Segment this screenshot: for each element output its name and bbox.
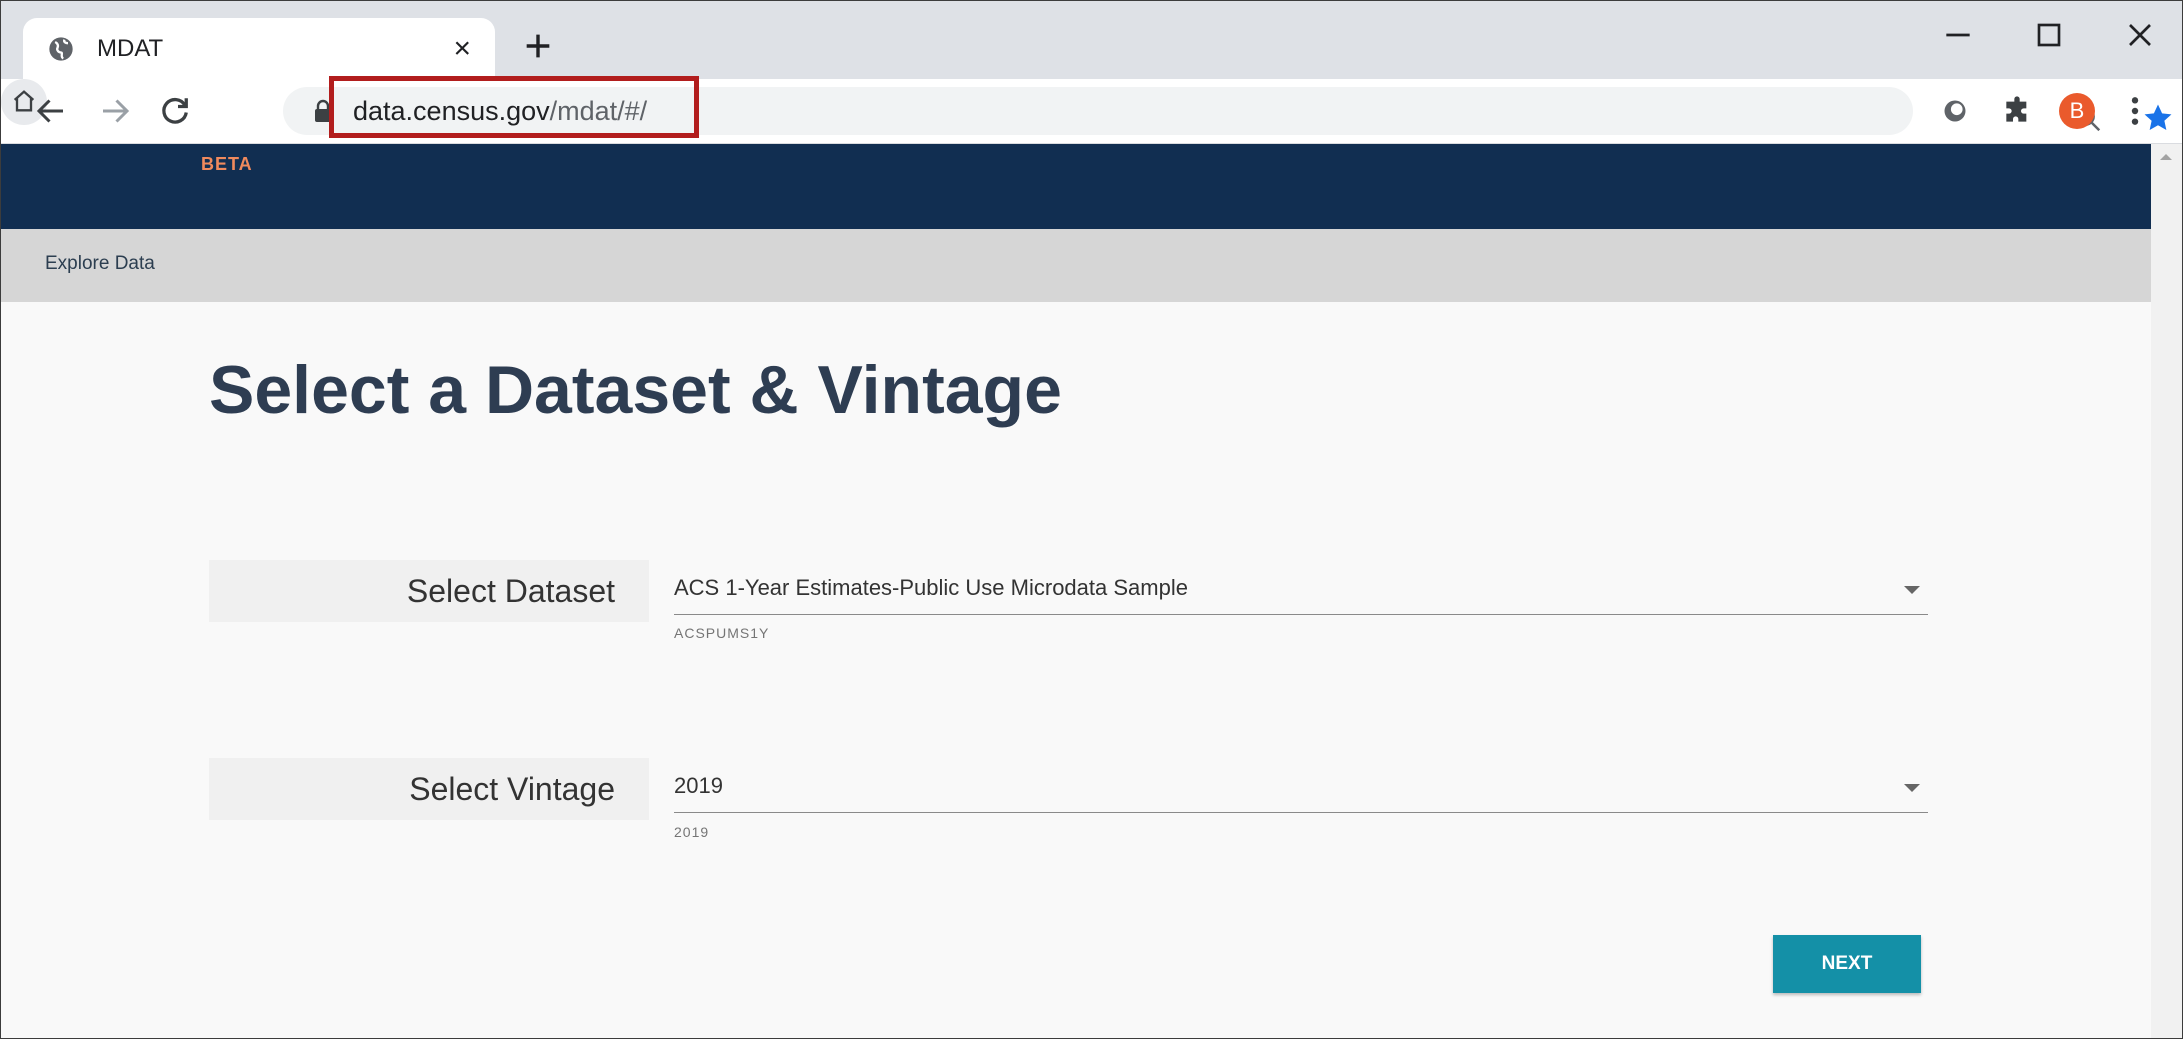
page-title: Select a Dataset & Vintage <box>209 352 1062 428</box>
page-scrollbar[interactable] <box>2151 144 2182 1038</box>
vintage-select[interactable]: 2019 <box>674 764 1928 813</box>
star-icon[interactable] <box>2141 101 2175 135</box>
vintage-select-value: 2019 <box>674 773 723 798</box>
home-icon <box>13 90 35 112</box>
dropdown-arrow-icon[interactable] <box>1904 784 1920 792</box>
dataset-code: ACSPUMS1Y <box>674 625 770 641</box>
select-vintage-label: Select Vintage <box>209 758 649 820</box>
close-window-icon[interactable] <box>2120 15 2160 55</box>
profile-avatar[interactable]: B <box>2059 93 2095 129</box>
select-dataset-label: Select Dataset <box>209 560 649 622</box>
browser-window: MDAT × data.census.gov/mdat/#/ B BETA Ex… <box>0 0 2183 1039</box>
maximize-icon[interactable] <box>2029 15 2069 55</box>
dropdown-arrow-icon[interactable] <box>1904 586 1920 594</box>
url-highlight-box <box>329 76 699 138</box>
page-viewport: BETA Explore Data Select a Dataset & Vin… <box>1 144 2151 1038</box>
tab-strip: MDAT × <box>1 1 2182 79</box>
tab-mdat[interactable]: MDAT × <box>23 18 495 79</box>
dataset-select-value: ACS 1-Year Estimates-Public Use Microdat… <box>674 575 1188 600</box>
breadcrumb: Explore Data <box>1 229 2151 302</box>
extension-icon[interactable] <box>1941 97 1969 125</box>
new-tab-icon[interactable] <box>521 29 555 63</box>
reload-icon[interactable] <box>157 93 193 129</box>
kebab-menu-icon[interactable] <box>2127 95 2143 127</box>
forward-arrow-icon[interactable] <box>97 93 133 129</box>
site-header: BETA <box>1 144 2151 229</box>
vintage-code: 2019 <box>674 824 710 840</box>
dataset-select[interactable]: ACS 1-Year Estimates-Public Use Microdat… <box>674 566 1928 615</box>
breadcrumb-explore-data[interactable]: Explore Data <box>45 253 155 275</box>
puzzle-icon[interactable] <box>2001 95 2033 127</box>
close-tab-icon[interactable]: × <box>453 32 471 66</box>
beta-badge: BETA <box>201 154 253 174</box>
back-arrow-icon[interactable] <box>33 93 69 129</box>
next-button[interactable]: NEXT <box>1773 935 1921 993</box>
tab-title: MDAT <box>97 35 164 62</box>
minimize-icon[interactable] <box>1938 15 1978 55</box>
scroll-up-arrow-icon[interactable] <box>2160 154 2172 160</box>
globe-icon <box>49 37 73 61</box>
